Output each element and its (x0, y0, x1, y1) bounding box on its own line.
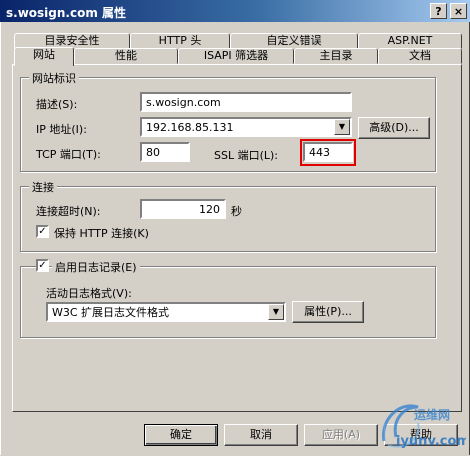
keepalive-checkbox[interactable]: ✓ (36, 225, 49, 238)
help-button[interactable]: ? (430, 3, 447, 19)
chevron-down-icon[interactable]: ▼ (334, 119, 350, 135)
ssl-port-label: SSL 端口(L): (214, 149, 279, 162)
website-id-group-title: 网站标识 (29, 70, 79, 86)
tab-aspnet[interactable]: ASP.NET (358, 33, 462, 49)
log-format-select[interactable]: W3C 扩展日志文件格式 ▼ (46, 302, 286, 322)
log-format-label: 活动日志格式(V): (46, 287, 132, 300)
window-title: s.wosign.com 属性 (6, 6, 127, 20)
description-label: 描述(S): (36, 98, 78, 111)
tab-custom-errors[interactable]: 自定义错误 (230, 33, 358, 49)
tab-http-headers[interactable]: HTTP 头 (130, 33, 230, 49)
tab-website[interactable]: 网站 (14, 47, 74, 66)
log-properties-button-label: 属性(P)... (304, 305, 352, 318)
cancel-button[interactable]: 取消 (224, 424, 298, 446)
ip-address-label: IP 地址(I): (36, 123, 87, 136)
ok-button-label: 确定 (170, 428, 192, 441)
connection-group-title: 连接 (29, 179, 57, 195)
advanced-button-label: 高级(D)... (369, 121, 419, 134)
ip-address-select[interactable]: 192.168.85.131 ▼ (140, 117, 352, 137)
title-bar: s.wosign.com 属性 ? × (0, 0, 470, 22)
ip-address-value: 192.168.85.131 (146, 121, 234, 134)
tcp-port-input[interactable]: 80 (140, 142, 190, 162)
ok-button[interactable]: 确定 (144, 424, 218, 446)
chevron-down-icon[interactable]: ▼ (268, 304, 284, 320)
log-properties-button[interactable]: 属性(P)... (292, 301, 364, 323)
description-input[interactable]: s.wosign.com (140, 92, 352, 112)
apply-button[interactable]: 应用(A) (304, 424, 378, 446)
ssl-port-highlight-box (300, 139, 356, 166)
close-button[interactable]: × (450, 3, 467, 19)
timeout-input[interactable]: 120 (140, 199, 226, 219)
cancel-button-label: 取消 (250, 428, 272, 441)
enable-logging-checkbox[interactable]: ✓ (36, 259, 49, 272)
watermark-swirl-icon: 运维网 iyunv.com (382, 404, 470, 449)
connection-group: 连接 (20, 179, 436, 252)
watermark-logo: 运维网 iyunv.com (374, 395, 470, 453)
watermark-line2: iyunv.com (396, 434, 466, 449)
tcp-port-label: TCP 端口(T): (36, 148, 101, 161)
tab-home-directory[interactable]: 主目录 (294, 48, 378, 64)
watermark-line1: 运维网 (414, 407, 450, 422)
enable-logging-label[interactable]: 启用日志记录(E) (52, 259, 140, 275)
log-format-value: W3C 扩展日志文件格式 (52, 306, 170, 319)
tab-isapi-filters[interactable]: ISAPI 筛选器 (178, 48, 294, 64)
keepalive-label[interactable]: 保持 HTTP 连接(K) (54, 225, 149, 241)
advanced-button[interactable]: 高级(D)... (358, 117, 430, 139)
apply-button-label: 应用(A) (321, 428, 361, 441)
timeout-label: 连接超时(N): (36, 205, 101, 218)
tab-documents[interactable]: 文档 (378, 48, 462, 64)
timeout-unit: 秒 (231, 205, 242, 218)
tab-performance[interactable]: 性能 (74, 48, 178, 64)
